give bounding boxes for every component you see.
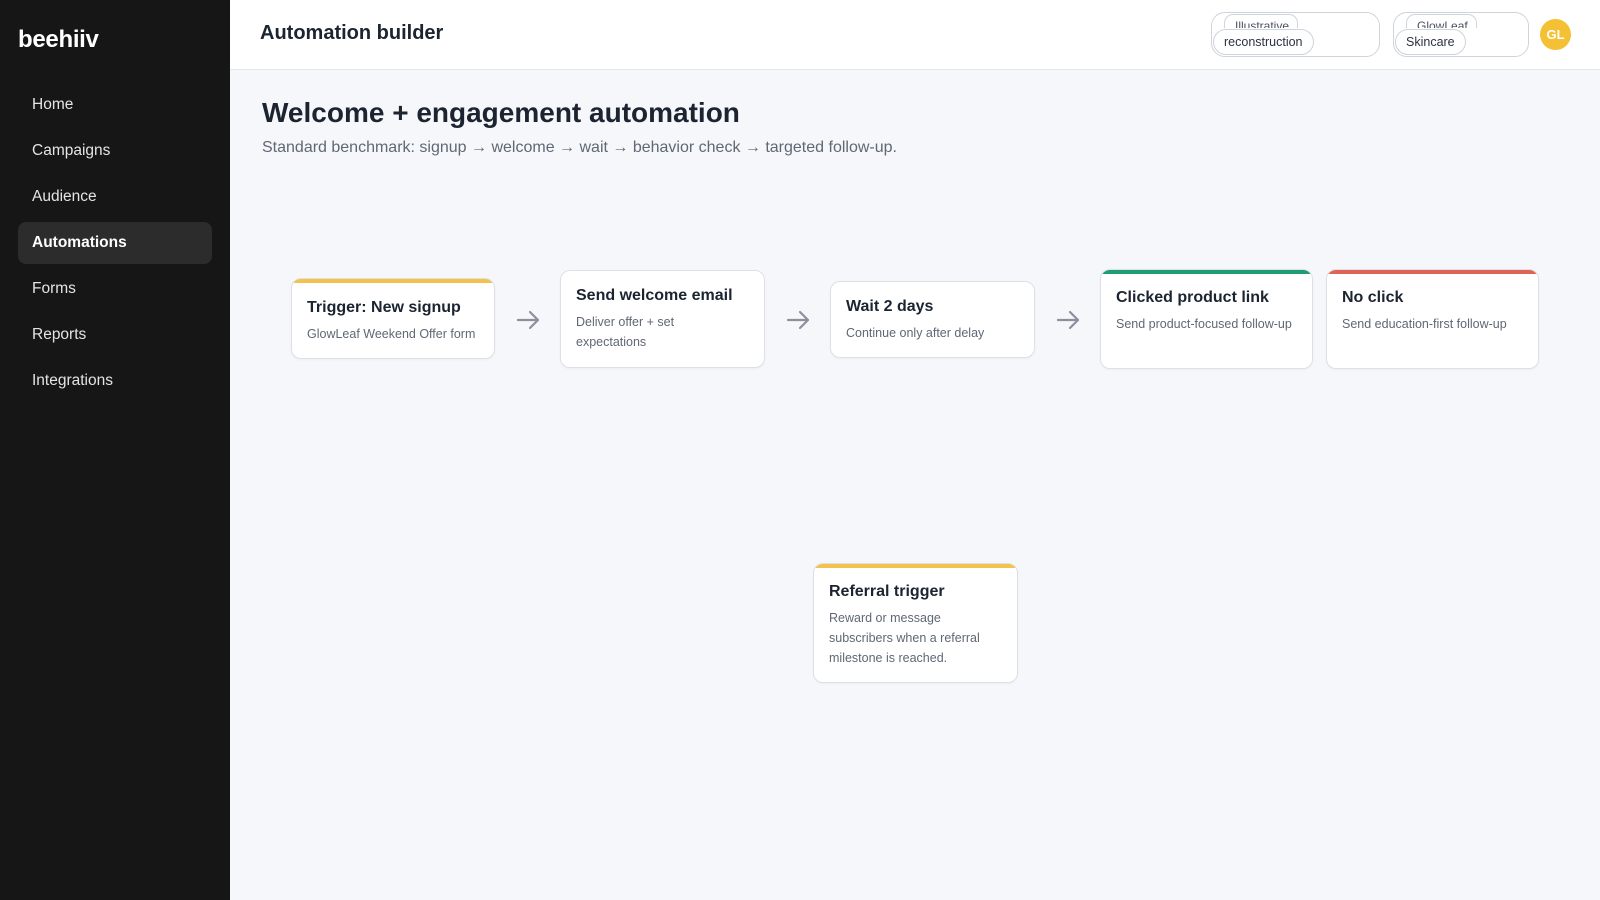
node-description: Send product-focused follow-up xyxy=(1116,317,1292,331)
topbar-title: Automation builder xyxy=(260,22,444,44)
chip-pill-label: reconstruction xyxy=(1213,29,1314,55)
top-bar: Automation builder Illustrative reconstr… xyxy=(230,0,1600,70)
node-description: Continue only after delay xyxy=(846,326,985,340)
avatar[interactable]: GL xyxy=(1540,19,1571,50)
sidebar-item-integrations[interactable]: Integrations xyxy=(18,360,212,402)
reconstruction-chip[interactable]: Illustrative reconstruction xyxy=(1211,12,1380,57)
node-description: Deliver offer + set expectations xyxy=(576,315,675,349)
chip-top-label: Illustrative xyxy=(1224,14,1299,28)
sidebar-item-audience[interactable]: Audience xyxy=(18,176,212,218)
sidebar-item-automations[interactable]: Automations xyxy=(18,222,212,264)
flow-node-trigger[interactable]: Trigger: New signup GlowLeaf Weekend Off… xyxy=(291,278,495,359)
sidebar-item-forms[interactable]: Forms xyxy=(18,268,212,310)
node-title: Referral trigger xyxy=(829,583,945,600)
node-description: Send education-first follow-up xyxy=(1342,317,1507,331)
chip-top-label: GlowLeaf xyxy=(1406,14,1477,28)
arrow-right-icon xyxy=(786,310,810,330)
app-logo[interactable]: beehiiv xyxy=(18,26,99,54)
sidebar-item-home[interactable]: Home xyxy=(18,84,212,126)
flow-node-welcome-email[interactable]: Send welcome email Deliver offer + set e… xyxy=(560,270,765,368)
node-title: Trigger: New signup xyxy=(307,299,461,316)
flow-node-no-click[interactable]: No click Send education-first follow-up xyxy=(1326,269,1539,369)
node-accent-bar xyxy=(1101,270,1312,274)
node-title: Send welcome email xyxy=(576,287,733,304)
sidebar: beehiiv Home Campaigns Audience Automati… xyxy=(0,0,230,900)
node-accent-bar xyxy=(814,564,1017,568)
chip-pill-label: Skincare xyxy=(1395,29,1466,55)
sidebar-item-reports[interactable]: Reports xyxy=(18,314,212,356)
node-accent-bar xyxy=(292,279,494,283)
node-title: Wait 2 days xyxy=(846,298,934,315)
flow-node-wait[interactable]: Wait 2 days Continue only after delay xyxy=(830,281,1035,358)
node-description: GlowLeaf Weekend Offer form xyxy=(307,327,476,341)
flow-node-clicked-product[interactable]: Clicked product link Send product-focuse… xyxy=(1100,269,1313,369)
page-title: Welcome + engagement automation xyxy=(262,97,740,128)
page-subtitle: Standard benchmark: signup → welcome → w… xyxy=(262,139,897,156)
node-title: Clicked product link xyxy=(1116,289,1269,306)
sidebar-item-campaigns[interactable]: Campaigns xyxy=(18,130,212,172)
flow-node-referral-trigger[interactable]: Referral trigger Reward or message subsc… xyxy=(813,563,1018,683)
node-accent-bar xyxy=(1327,270,1538,274)
sidebar-nav: Home Campaigns Audience Automations Form… xyxy=(18,84,212,406)
node-title: No click xyxy=(1342,289,1404,306)
arrow-right-icon xyxy=(1056,310,1080,330)
node-description: Reward or message subscribers when a ref… xyxy=(829,611,980,665)
arrow-right-icon xyxy=(516,310,540,330)
brand-chip[interactable]: GlowLeaf Skincare xyxy=(1393,12,1529,57)
